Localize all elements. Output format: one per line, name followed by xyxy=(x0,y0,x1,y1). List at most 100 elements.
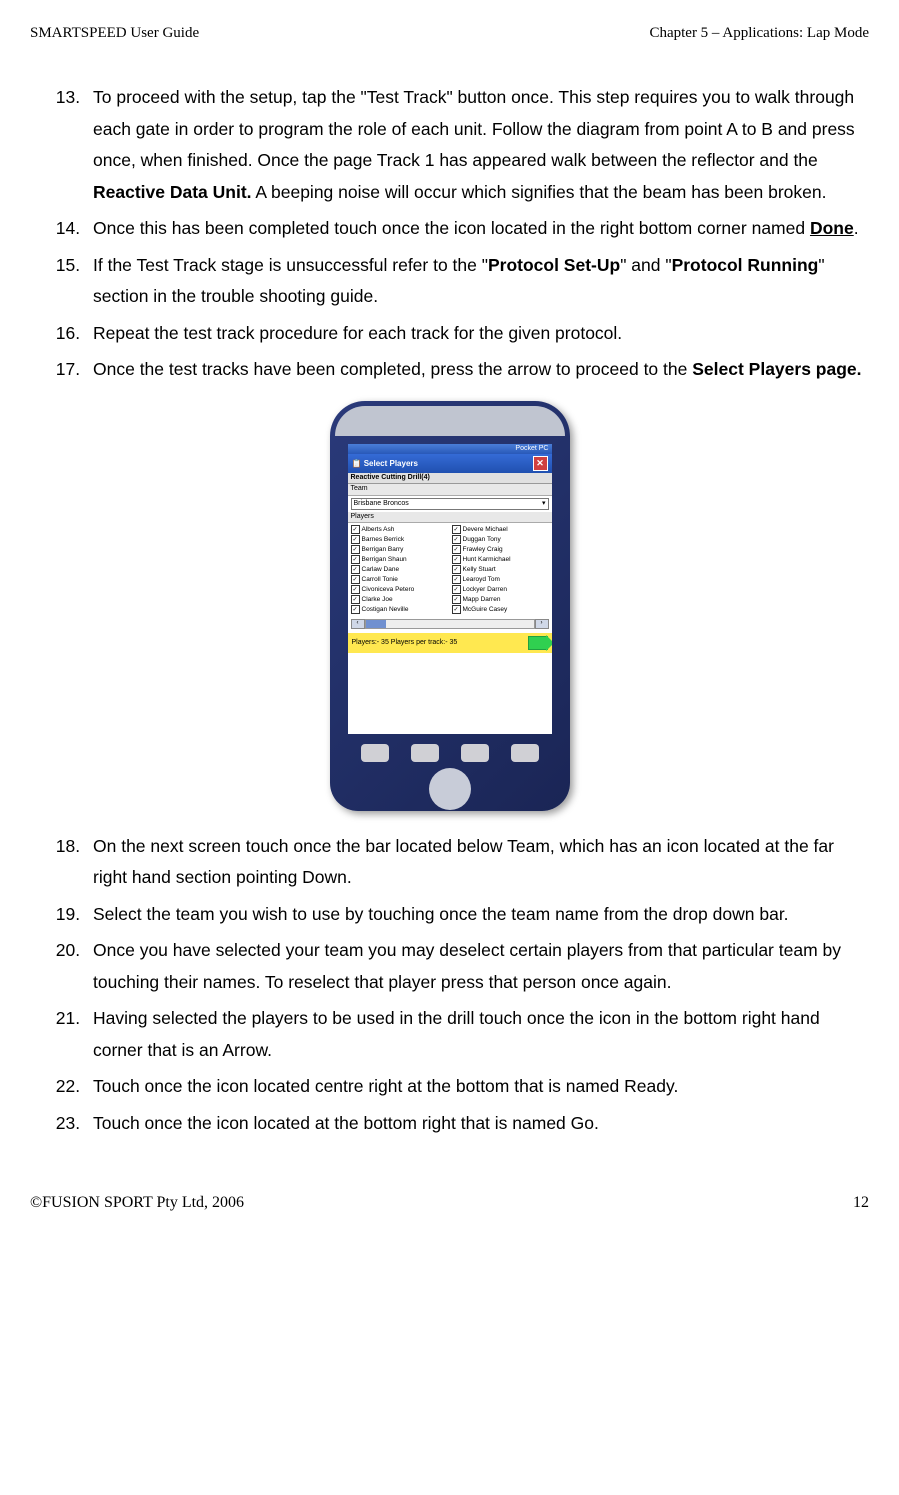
checkbox-icon[interactable]: ✓ xyxy=(351,545,360,554)
checkbox-icon[interactable]: ✓ xyxy=(351,565,360,574)
checkbox-icon[interactable]: ✓ xyxy=(452,605,461,614)
page-header: SMARTSPEED User Guide Chapter 5 – Applic… xyxy=(30,20,869,47)
player-name: Lockyer Darren xyxy=(463,586,507,594)
checkbox-icon[interactable]: ✓ xyxy=(452,535,461,544)
player-row[interactable]: ✓Alberts Ash xyxy=(351,525,448,534)
player-name: Carlaw Dane xyxy=(362,566,400,574)
player-name: Alberts Ash xyxy=(362,526,395,534)
team-dropdown[interactable]: Brisbane Broncos ▾ xyxy=(351,498,549,510)
scroll-left-icon[interactable]: ‹ xyxy=(351,619,365,629)
checkbox-icon[interactable]: ✓ xyxy=(452,595,461,604)
pda-screenshot: Pocket PC 📋 Select Players ✕ Reactive Cu… xyxy=(30,401,869,811)
pda-device: Pocket PC 📋 Select Players ✕ Reactive Cu… xyxy=(330,401,570,811)
player-name: Kelly Stuart xyxy=(463,566,496,574)
checkbox-icon[interactable]: ✓ xyxy=(452,525,461,534)
players-section-header: Players xyxy=(348,512,552,523)
player-name: Frawley Craig xyxy=(463,546,503,554)
checkbox-icon[interactable]: ✓ xyxy=(452,555,461,564)
player-row[interactable]: ✓Lockyer Darren xyxy=(452,585,549,594)
player-row[interactable]: ✓Devere Michael xyxy=(452,525,549,534)
checkbox-icon[interactable]: ✓ xyxy=(351,585,360,594)
player-row[interactable]: ✓Civoniceva Petero xyxy=(351,585,448,594)
checkbox-icon[interactable]: ✓ xyxy=(452,575,461,584)
team-section-header: Team xyxy=(348,484,552,495)
step-16: Repeat the test track procedure for each… xyxy=(85,318,869,350)
player-name: Carroll Tonie xyxy=(362,576,398,584)
pda-speaker xyxy=(335,406,565,436)
players-grid: ✓Alberts Ash✓Barnes Berrick✓Berrigan Bar… xyxy=(348,523,552,617)
checkbox-icon[interactable]: ✓ xyxy=(351,535,360,544)
step-15: If the Test Track stage is unsuccessful … xyxy=(85,250,869,313)
checkbox-icon[interactable]: ✓ xyxy=(351,595,360,604)
player-name: McGuire Casey xyxy=(463,606,508,614)
players-right-column: ✓Devere Michael✓Duggan Tony✓Frawley Crai… xyxy=(452,525,549,615)
player-row[interactable]: ✓Frawley Craig xyxy=(452,545,549,554)
player-row[interactable]: ✓Berrigan Shaun xyxy=(351,555,448,564)
window-titlebar: 📋 Select Players ✕ xyxy=(348,454,552,473)
player-row[interactable]: ✓Mapp Darren xyxy=(452,595,549,604)
player-row[interactable]: ✓Barnes Berrick xyxy=(351,535,448,544)
team-value: Brisbane Broncos xyxy=(354,500,409,508)
player-name: Devere Michael xyxy=(463,526,508,534)
status-row: Players:- 35 Players per track:- 35 xyxy=(348,633,552,653)
horizontal-scrollbar[interactable]: ‹ › xyxy=(351,619,549,629)
player-name: Mapp Darren xyxy=(463,596,501,604)
header-right: Chapter 5 – Applications: Lap Mode xyxy=(649,20,869,47)
step-20: Once you have selected your team you may… xyxy=(85,935,869,998)
window-title: 📋 Select Players xyxy=(352,459,418,469)
header-left: SMARTSPEED User Guide xyxy=(30,20,199,47)
hw-button[interactable] xyxy=(511,744,539,762)
drill-name-bar: Reactive Cutting Drill(4) xyxy=(348,473,552,484)
players-left-column: ✓Alberts Ash✓Barnes Berrick✓Berrigan Bar… xyxy=(351,525,448,615)
checkbox-icon[interactable]: ✓ xyxy=(452,585,461,594)
player-name: Clarke Joe xyxy=(362,596,393,604)
footer-left: ©FUSION SPORT Pty Ltd, 2006 xyxy=(30,1189,244,1218)
player-name: Learoyd Tom xyxy=(463,576,500,584)
hw-dpad[interactable] xyxy=(429,768,471,810)
player-name: Duggan Tony xyxy=(463,536,501,544)
player-row[interactable]: ✓Carlaw Dane xyxy=(351,565,448,574)
step-13: To proceed with the setup, tap the "Test… xyxy=(85,82,869,208)
page-footer: ©FUSION SPORT Pty Ltd, 2006 12 xyxy=(30,1189,869,1218)
checkbox-icon[interactable]: ✓ xyxy=(452,545,461,554)
player-name: Hunt Karmichael xyxy=(463,556,511,564)
player-row[interactable]: ✓Learoyd Tom xyxy=(452,575,549,584)
players-count-label: Players:- 35 Players per track:- 35 xyxy=(352,639,458,647)
player-row[interactable]: ✓Clarke Joe xyxy=(351,595,448,604)
checkbox-icon[interactable]: ✓ xyxy=(351,605,360,614)
checkbox-icon[interactable]: ✓ xyxy=(452,565,461,574)
player-name: Berrigan Shaun xyxy=(362,556,407,564)
chevron-down-icon: ▾ xyxy=(542,500,546,508)
player-row[interactable]: ✓Costigan Neville xyxy=(351,605,448,614)
player-name: Barnes Berrick xyxy=(362,536,405,544)
pda-hw-buttons-row xyxy=(350,744,550,762)
scroll-track[interactable] xyxy=(365,619,535,629)
next-arrow-icon[interactable] xyxy=(528,636,548,650)
instruction-list: To proceed with the setup, tap the "Test… xyxy=(30,82,869,386)
scroll-thumb[interactable] xyxy=(366,620,386,628)
player-name: Costigan Neville xyxy=(362,606,409,614)
checkbox-icon[interactable]: ✓ xyxy=(351,575,360,584)
player-row[interactable]: ✓Berrigan Barry xyxy=(351,545,448,554)
step-21: Having selected the players to be used i… xyxy=(85,1003,869,1066)
hw-button[interactable] xyxy=(411,744,439,762)
player-row[interactable]: ✓Hunt Karmichael xyxy=(452,555,549,564)
player-row[interactable]: ✓McGuire Casey xyxy=(452,605,549,614)
step-23: Touch once the icon located at the botto… xyxy=(85,1108,869,1140)
hw-button[interactable] xyxy=(361,744,389,762)
player-name: Civoniceva Petero xyxy=(362,586,415,594)
pda-screen: Pocket PC 📋 Select Players ✕ Reactive Cu… xyxy=(348,444,552,734)
step-17: Once the test tracks have been completed… xyxy=(85,354,869,386)
checkbox-icon[interactable]: ✓ xyxy=(351,555,360,564)
step-14: Once this has been completed touch once … xyxy=(85,213,869,245)
checkbox-icon[interactable]: ✓ xyxy=(351,525,360,534)
step-22: Touch once the icon located centre right… xyxy=(85,1071,869,1103)
footer-right: 12 xyxy=(853,1189,869,1218)
player-row[interactable]: ✓Carroll Tonie xyxy=(351,575,448,584)
scroll-right-icon[interactable]: › xyxy=(535,619,549,629)
player-row[interactable]: ✓Duggan Tony xyxy=(452,535,549,544)
hw-button[interactable] xyxy=(461,744,489,762)
player-row[interactable]: ✓Kelly Stuart xyxy=(452,565,549,574)
close-icon[interactable]: ✕ xyxy=(533,456,548,471)
player-name: Berrigan Barry xyxy=(362,546,404,554)
